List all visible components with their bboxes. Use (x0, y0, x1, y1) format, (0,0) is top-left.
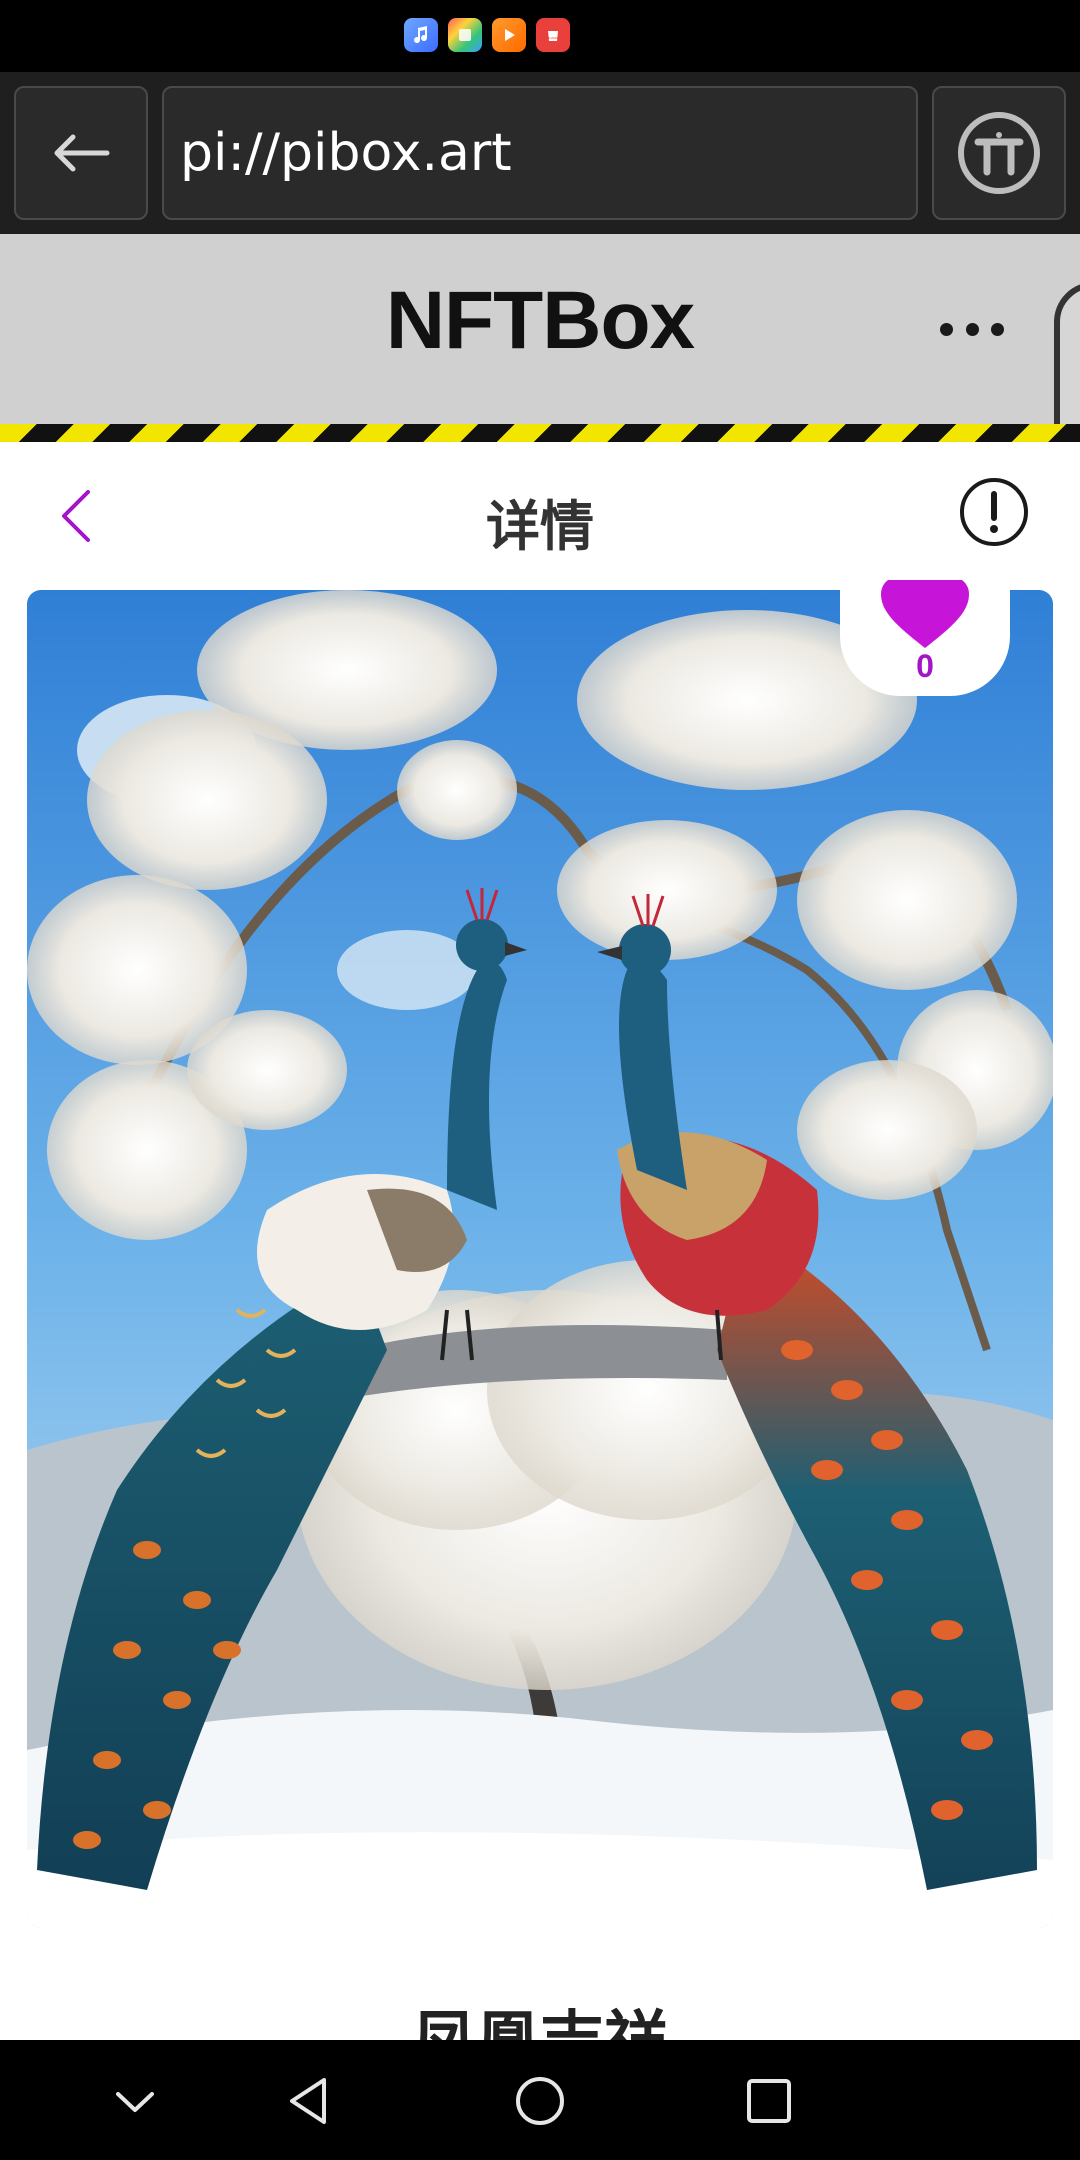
arrow-left-icon (54, 134, 110, 172)
nav-back-icon[interactable] (274, 2066, 344, 2136)
pi-browser-button[interactable] (932, 86, 1066, 220)
system-navigation-bar (0, 2040, 1080, 2160)
hazard-stripe-divider (0, 424, 1080, 442)
nft-artwork-image[interactable] (27, 590, 1053, 1928)
url-field[interactable]: pi://pibox.art (162, 86, 918, 220)
store-app-icon: HUAWEI (536, 18, 570, 52)
nav-home-icon[interactable] (505, 2066, 575, 2136)
dot-icon (965, 322, 979, 336)
multi-app-icon (448, 18, 482, 52)
pi-logo-icon (958, 112, 1040, 194)
more-options-button[interactable] (940, 314, 1004, 344)
app-header: NFTBox (0, 234, 1080, 424)
page-title: 详情 (486, 495, 594, 558)
dot-icon (940, 322, 953, 336)
detail-header: 详情 (0, 442, 1080, 588)
chevron-down-icon[interactable] (100, 2066, 170, 2136)
store-brand-label: HUAWEI (547, 36, 559, 40)
notification-icons: HUAWEI (404, 18, 570, 52)
url-text: pi://pibox.art (180, 123, 512, 183)
browser-back-button[interactable] (14, 86, 148, 220)
info-icon[interactable] (958, 476, 1030, 548)
app-title: NFTBox (385, 275, 695, 366)
dot-icon (991, 322, 1004, 336)
music-app-icon (404, 18, 438, 52)
video-app-icon (492, 18, 526, 52)
nav-recents-icon[interactable] (734, 2066, 804, 2136)
status-bar: HUAWEI (0, 0, 1080, 72)
like-badge[interactable]: 0 (840, 580, 1010, 696)
like-count: 0 (916, 648, 934, 684)
browser-toolbar: pi://pibox.art (0, 72, 1080, 234)
heart-icon (881, 580, 969, 648)
